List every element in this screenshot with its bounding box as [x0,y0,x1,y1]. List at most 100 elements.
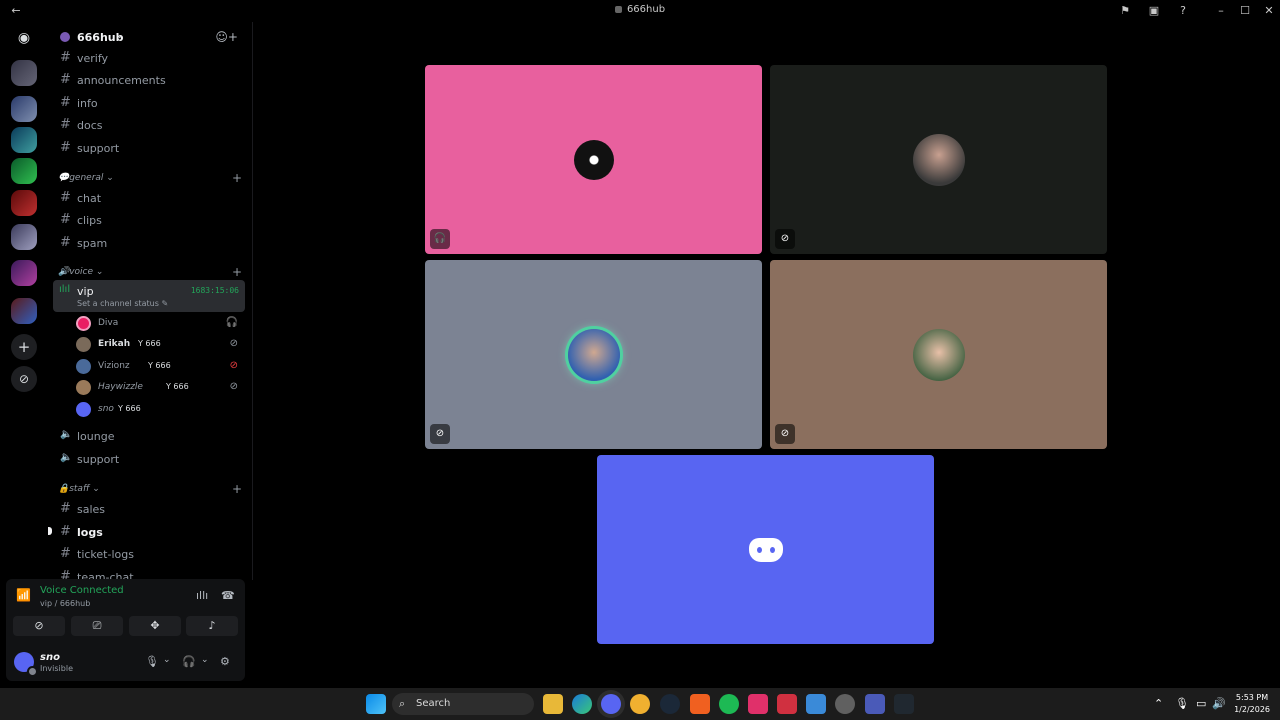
category-staff[interactable]: 🔒staff ⌄ + [58,482,248,498]
terminal-icon[interactable] [894,694,914,714]
username[interactable]: sno [40,652,60,663]
server-icon[interactable] [11,127,37,153]
settings-gear-icon[interactable]: ⚙ [220,655,230,668]
chevron-up-icon[interactable]: ⌃ [1154,697,1163,710]
help-icon[interactable]: ? [1175,3,1191,19]
channel-sidebar: 666hub ⌄ ☺+ # verify # announcements # info… [48,22,253,580]
inbox-icon[interactable]: ▣ [1146,3,1162,19]
avatar [76,337,91,352]
voice-member-diva[interactable]: Diva 🎧 [76,314,244,334]
channel-support[interactable]: # support [54,138,244,158]
channel-clips[interactable]: # clips [54,210,244,230]
app-icon[interactable] [690,694,710,714]
voice-channel-vip[interactable]: ılıl vip 1683:15:06 Set a channel status… [53,280,245,312]
minimize-button[interactable]: – [1213,3,1229,19]
channel-sales[interactable]: # sales [54,499,244,519]
server-icon[interactable] [11,96,37,122]
category-general[interactable]: 💬general ⌄ + [58,171,248,187]
add-channel-icon[interactable]: + [232,171,242,185]
add-server-icon[interactable]: + [11,334,37,360]
channel-spam[interactable]: # spam [54,233,244,253]
file-explorer-icon[interactable] [543,694,563,714]
taskbar-search[interactable]: ⌕ Search [392,693,534,715]
start-button-windows-icon[interactable] [366,694,386,714]
headphones-icon[interactable]: 🎧 [182,655,196,668]
flag-icon[interactable]: ⚑ [1117,3,1133,19]
maximize-button[interactable]: ☐ [1237,3,1253,19]
voice-member-sno[interactable]: sno Y 666 [76,400,244,420]
edge-browser-icon[interactable] [572,694,592,714]
screen-share-button[interactable]: ⎚ [71,616,123,636]
close-button[interactable]: ✕ [1261,3,1277,19]
server-folder-icon[interactable] [11,298,37,324]
participant-tile-sno[interactable] [597,455,934,644]
steam-icon[interactable] [660,694,680,714]
voice-member-vizionz[interactable]: Vizionz Y 666 ⊘ [76,357,244,377]
participant-tile-haywizzle[interactable]: ⊘ [770,260,1107,449]
server-folder-icon[interactable] [11,260,37,286]
chevron-down-icon[interactable]: ⌄ [163,655,171,665]
server-badge-icon [60,32,70,42]
activities-button[interactable]: ✥ [129,616,181,636]
app-icon[interactable] [806,694,826,714]
participant-tile-diva[interactable]: 🎧 [425,65,762,254]
channel-verify[interactable]: # verify [54,48,244,68]
channel-chat[interactable]: # chat [54,188,244,208]
discord-taskbar-icon[interactable] [601,694,621,714]
voice-channel-lounge[interactable]: 🔈 lounge [54,426,244,446]
disconnect-icon[interactable]: ☎ [221,589,235,602]
server-icon[interactable] [11,158,37,184]
server-icon[interactable] [11,60,37,86]
voice-member-haywizzle[interactable]: Haywizzle Y 666 ⊘ [76,378,244,398]
vinyl-record-avatar [573,139,614,180]
muted-mic-icon: ⊘ [775,424,795,444]
avatar [912,328,965,381]
discord-logo-icon [748,537,783,562]
camera-off-button[interactable]: ⊘ [13,616,65,636]
app-icon[interactable] [777,694,797,714]
channel-announcements[interactable]: # announcements [54,70,244,90]
hash-icon: # [60,235,71,250]
app-icon[interactable] [630,694,650,714]
voice-location[interactable]: vip / 666hub [40,599,90,608]
channel-ticket-logs[interactable]: # ticket-logs [54,544,244,564]
hash-icon: # [60,212,71,227]
hash-icon: # [60,501,71,516]
channel-status[interactable]: Set a channel status ✎ [77,299,168,308]
microphone-icon[interactable]: 🎙 [145,655,159,668]
channel-docs[interactable]: # docs [54,115,244,135]
tiktok-icon[interactable] [748,694,768,714]
speaker-icon: 🔈 [60,452,73,463]
add-member-icon[interactable]: ☺+ [215,30,238,44]
window-title: 666hub [0,4,1280,15]
soundboard-button[interactable]: ♪ [186,616,238,636]
participant-tile-vizionz[interactable]: ⊘ [425,260,762,449]
app-icon[interactable] [865,694,885,714]
network-icon[interactable]: ▭ [1196,697,1206,710]
chevron-down-icon[interactable]: ⌄ [201,655,209,665]
category-voice[interactable]: 🔊voice ⌄ + [58,265,248,281]
chevron-down-icon: ⌄ [116,31,124,41]
noise-suppression-icon[interactable]: ıllı [196,589,208,602]
server-icon[interactable] [11,190,37,216]
add-channel-icon[interactable]: + [232,265,242,279]
spotify-icon[interactable] [719,694,739,714]
taskbar: ⌕ Search ⌃ 🎙 ▭ 🔊 5:53 PM 1/2/2026 [0,688,1280,720]
microphone-icon[interactable]: 🎙 [1175,697,1189,710]
channel-info[interactable]: # info [54,93,244,113]
participant-tile-erikah[interactable]: ⊘ [770,65,1107,254]
hash-icon: # [60,546,71,561]
connection-signal-icon[interactable]: 📶 [16,588,32,604]
discord-home-icon[interactable]: ◉ [11,25,37,51]
app-icon[interactable] [835,694,855,714]
hash-icon: # [60,524,71,539]
avatar [912,133,965,186]
system-clock[interactable]: 5:53 PM 1/2/2026 [1234,692,1270,716]
channel-logs[interactable]: # logs [54,522,244,542]
add-channel-icon[interactable]: + [232,482,242,496]
server-folder-icon[interactable] [11,224,37,250]
discover-icon[interactable]: ⊘ [11,366,37,392]
voice-channel-support[interactable]: 🔈 support [54,449,244,469]
volume-icon[interactable]: 🔊 [1212,697,1226,710]
voice-member-erikah[interactable]: Erikah Y 666 ⊘ [76,335,244,355]
